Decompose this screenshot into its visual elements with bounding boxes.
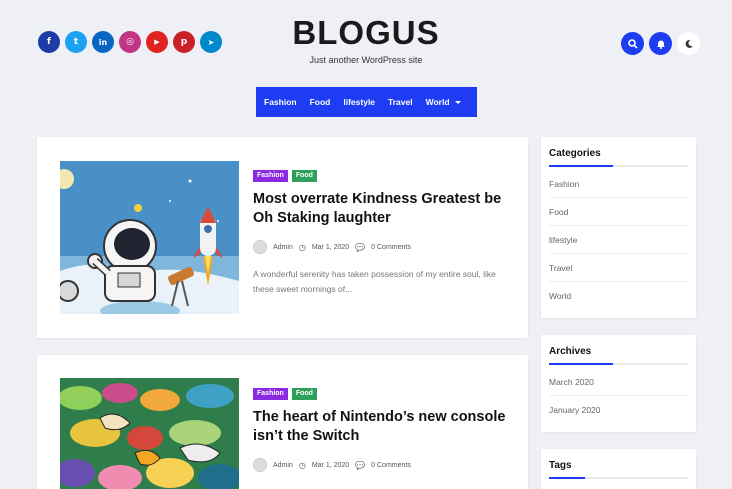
tags-widget: Tags (541, 449, 696, 489)
menu-item-world-label: World (425, 97, 450, 107)
category-link-food[interactable]: Food (549, 198, 688, 226)
post-excerpt: A wonderful serenity has taken possessio… (253, 269, 496, 294)
astronaut-image (60, 161, 239, 314)
menu-item-world[interactable]: World (426, 97, 461, 107)
site-brand: BLOGUS Just another WordPress site (266, 15, 466, 66)
categories-widget: Categories Fashion Food lifestyle Travel… (541, 137, 696, 318)
telegram-icon[interactable]: ➤ (200, 31, 222, 53)
post-title[interactable]: The heart of Nintendo’s new console isn’… (253, 408, 513, 446)
notification-button[interactable] (649, 32, 672, 55)
menu-item-travel[interactable]: Travel (388, 97, 413, 107)
linkedin-icon[interactable]: in (92, 31, 114, 53)
comments-icon: 💬 (355, 460, 366, 470)
post-card: Fashion Food The heart of Nintendo’s new… (37, 355, 528, 489)
post-comments[interactable]: 0 Comments (371, 244, 411, 251)
header-actions (621, 32, 700, 55)
post-date[interactable]: Mar 1, 2020 (312, 244, 349, 251)
post-categories: Fashion Food (253, 170, 513, 182)
category-badge-food[interactable]: Food (291, 388, 317, 400)
avatar[interactable] (253, 240, 267, 254)
avatar[interactable] (253, 458, 267, 472)
post-thumbnail[interactable] (60, 378, 239, 489)
site-title[interactable]: BLOGUS (266, 15, 466, 51)
clock-icon: ◷ (298, 242, 306, 252)
archive-link-march-2020[interactable]: March 2020 (549, 368, 688, 396)
category-link-fashion[interactable]: Fashion (549, 170, 688, 198)
search-button[interactable] (621, 32, 644, 55)
post-categories: Fashion Food (253, 388, 513, 400)
widget-divider (549, 363, 688, 365)
post-author[interactable]: Admin (273, 462, 293, 469)
post-card: Fashion Food Most overrate Kindness Grea… (37, 137, 528, 338)
clock-icon: ◷ (298, 460, 306, 470)
menu-item-food[interactable]: Food (310, 97, 331, 107)
post-author[interactable]: Admin (273, 244, 293, 251)
category-link-travel[interactable]: Travel (549, 254, 688, 282)
dark-mode-toggle[interactable] (677, 32, 700, 55)
facebook-icon[interactable]: f (38, 31, 60, 53)
widget-divider (549, 165, 688, 167)
archives-widget: Archives March 2020 January 2020 (541, 335, 696, 432)
category-link-world[interactable]: World (549, 282, 688, 310)
post-body: Fashion Food The heart of Nintendo’s new… (253, 388, 513, 472)
post-body: Fashion Food Most overrate Kindness Grea… (253, 170, 513, 297)
post-thumbnail[interactable] (60, 161, 239, 314)
category-list: Fashion Food lifestyle Travel World (549, 170, 688, 310)
post-meta: Admin ◷ Mar 1, 2020 💬 0 Comments (253, 458, 513, 472)
category-badge-food[interactable]: Food (291, 170, 317, 182)
jungle-image (60, 378, 239, 489)
widget-title: Categories (549, 148, 601, 159)
chevron-down-icon (454, 101, 461, 105)
instagram-icon[interactable]: ◎ (119, 31, 141, 53)
moon-icon (685, 39, 693, 48)
widget-title: Tags (549, 460, 572, 471)
post-meta: Admin ◷ Mar 1, 2020 💬 0 Comments (253, 240, 513, 254)
widget-title: Archives (549, 346, 592, 357)
post-comments[interactable]: 0 Comments (371, 462, 411, 469)
menu-item-lifestyle[interactable]: lifestyle (343, 97, 375, 107)
main-menu: Fashion Food lifestyle Travel World (256, 87, 477, 117)
category-link-lifestyle[interactable]: lifestyle (549, 226, 688, 254)
bell-icon (656, 40, 665, 49)
archive-list: March 2020 January 2020 (549, 368, 688, 424)
post-title[interactable]: Most overrate Kindness Greatest be Oh St… (253, 190, 513, 228)
post-date[interactable]: Mar 1, 2020 (312, 462, 349, 469)
menu-item-fashion[interactable]: Fashion (264, 97, 297, 107)
social-icons: f t in ◎ ▶ p ➤ (38, 31, 222, 53)
comments-icon: 💬 (355, 242, 366, 252)
pinterest-icon[interactable]: p (173, 31, 195, 53)
category-badge-fashion[interactable]: Fashion (253, 388, 288, 400)
search-icon (627, 38, 638, 49)
twitter-icon[interactable]: t (65, 31, 87, 53)
youtube-icon[interactable]: ▶ (146, 31, 168, 53)
category-badge-fashion[interactable]: Fashion (253, 170, 288, 182)
archive-link-january-2020[interactable]: January 2020 (549, 396, 688, 424)
site-tagline: Just another WordPress site (309, 55, 423, 65)
widget-divider (549, 477, 688, 479)
